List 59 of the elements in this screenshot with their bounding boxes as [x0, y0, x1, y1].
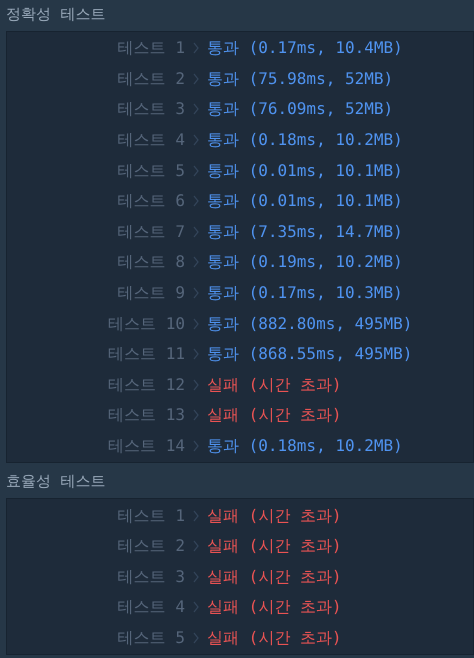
test-label: 테스트 6	[116, 190, 185, 212]
chevron-icon	[193, 632, 199, 644]
test-label: 테스트 12	[107, 374, 185, 396]
chevron-icon	[193, 348, 199, 360]
test-result: 통과 (75.98ms, 52MB)	[207, 68, 394, 90]
chevron-icon	[193, 378, 199, 391]
chevron-icon	[193, 226, 199, 238]
test-label: 테스트 8	[116, 251, 185, 274]
chevron-icon	[193, 409, 199, 422]
test-result: 통과 (0.18ms, 10.2MB)	[207, 129, 403, 152]
section-title: 효율성 테스트	[6, 471, 106, 492]
test-label: 테스트 2	[116, 68, 185, 90]
test-label: 테스트 3	[116, 98, 185, 120]
test-label: 테스트 9	[116, 282, 185, 304]
test-result: 실패 (시간 초과)	[207, 596, 342, 618]
test-result: 실패 (시간 초과)	[207, 535, 342, 558]
section-title: 정확성 테스트	[6, 4, 106, 25]
test-label: 테스트 3	[116, 566, 185, 588]
chevron-icon	[193, 72, 199, 85]
test-result: 통과 (0.17ms, 10.3MB)	[207, 282, 403, 304]
test-result: 통과 (0.19ms, 10.2MB)	[207, 251, 403, 274]
chevron-icon	[193, 256, 199, 268]
test-label: 테스트 1	[116, 37, 185, 60]
test-label: 테스트 4	[116, 129, 185, 152]
test-label: 테스트 5	[116, 160, 185, 182]
chevron-icon	[193, 510, 199, 522]
test-label: 테스트 2	[116, 535, 185, 558]
chevron-icon	[193, 164, 199, 177]
test-result: 실패 (시간 초과)	[207, 374, 342, 396]
chevron-icon	[193, 42, 199, 54]
test-label: 테스트 4	[116, 596, 185, 618]
chevron-icon	[193, 287, 199, 300]
chevron-icon	[193, 318, 199, 330]
test-result: 통과 (76.09ms, 52MB)	[207, 98, 394, 120]
chevron-icon	[193, 195, 199, 208]
chevron-icon	[193, 570, 199, 583]
chevron-icon	[193, 601, 199, 614]
test-result: 통과 (882.80ms, 495MB)	[207, 312, 412, 335]
chevron-icon	[193, 540, 199, 552]
test-result: 실패 (시간 초과)	[207, 404, 342, 426]
test-label: 테스트 10	[107, 312, 185, 335]
test-result: 통과 (0.01ms, 10.1MB)	[207, 160, 403, 182]
test-result: 실패 (시간 초과)	[207, 626, 342, 649]
chevron-icon	[193, 103, 199, 116]
test-label: 테스트 13	[107, 404, 185, 426]
test-result: 통과 (7.35ms, 14.7MB)	[207, 220, 403, 243]
chevron-icon	[193, 440, 199, 452]
test-result: 통과 (0.18ms, 10.2MB)	[207, 435, 403, 458]
test-label: 테스트 11	[107, 343, 185, 366]
test-label: 테스트 1	[116, 504, 185, 527]
test-label: 테스트 14	[107, 435, 185, 458]
test-result: 실패 (시간 초과)	[207, 566, 342, 588]
test-result: 통과 (0.17ms, 10.4MB)	[207, 37, 403, 60]
test-result: 실패 (시간 초과)	[207, 504, 342, 527]
test-result: 통과 (0.01ms, 10.1MB)	[207, 190, 403, 212]
test-result: 통과 (868.55ms, 495MB)	[207, 343, 412, 366]
test-label: 테스트 7	[116, 220, 185, 243]
test-label: 테스트 5	[116, 626, 185, 649]
chevron-icon	[193, 134, 199, 146]
